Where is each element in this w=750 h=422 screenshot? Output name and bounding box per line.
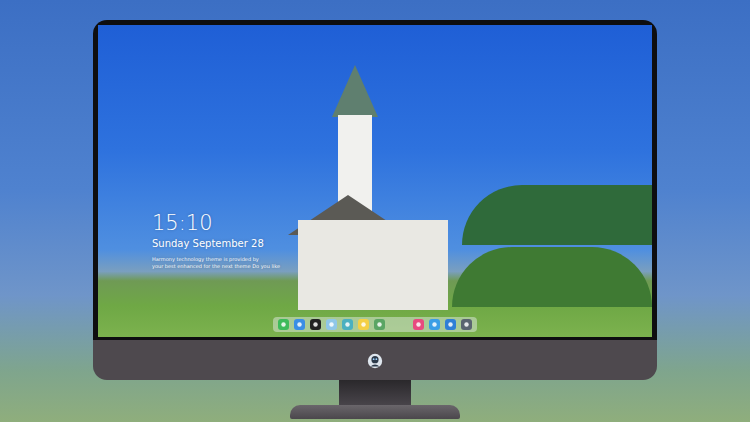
notice-line: Harmony technology theme is provided by bbox=[152, 256, 652, 263]
monitor: 15:10 Sunday September 28 Harmony technolo… bbox=[93, 20, 657, 380]
brand-logo-icon bbox=[366, 348, 384, 372]
app-icon[interactable] bbox=[358, 319, 369, 330]
notice-line: your best enhanced for the next theme Do… bbox=[152, 263, 652, 270]
app-icon[interactable] bbox=[326, 319, 337, 330]
monitor-stand-neck bbox=[339, 380, 411, 405]
clock-time: 15:10 bbox=[152, 211, 652, 235]
clock-widget: 15:10 Sunday September 28 Harmony technolo… bbox=[98, 211, 652, 270]
app-icon[interactable] bbox=[278, 319, 289, 330]
app-icon[interactable] bbox=[429, 319, 440, 330]
app-icon[interactable] bbox=[413, 319, 424, 330]
wallpaper-photo bbox=[288, 45, 458, 315]
dock bbox=[273, 317, 477, 332]
app-icon[interactable] bbox=[445, 319, 456, 330]
wallpaper-part bbox=[452, 247, 652, 307]
app-icon[interactable] bbox=[374, 319, 385, 330]
app-icon[interactable] bbox=[342, 319, 353, 330]
clock-date: Sunday September 28 bbox=[152, 237, 652, 250]
monitor-bezel: 15:10 Sunday September 28 Harmony technolo… bbox=[93, 20, 657, 340]
wallpaper-part bbox=[298, 220, 448, 310]
app-icon[interactable] bbox=[294, 319, 305, 330]
monitor-stand-base bbox=[290, 405, 460, 419]
widget-notice: Harmony technology theme is provided byy… bbox=[152, 256, 652, 270]
monitor-chin bbox=[93, 340, 657, 380]
app-icon[interactable] bbox=[310, 319, 321, 330]
wallpaper-part bbox=[462, 185, 652, 245]
app-icon[interactable] bbox=[461, 319, 472, 330]
desktop-screen: 15:10 Sunday September 28 Harmony technolo… bbox=[98, 25, 652, 337]
wallpaper-part bbox=[332, 65, 378, 117]
